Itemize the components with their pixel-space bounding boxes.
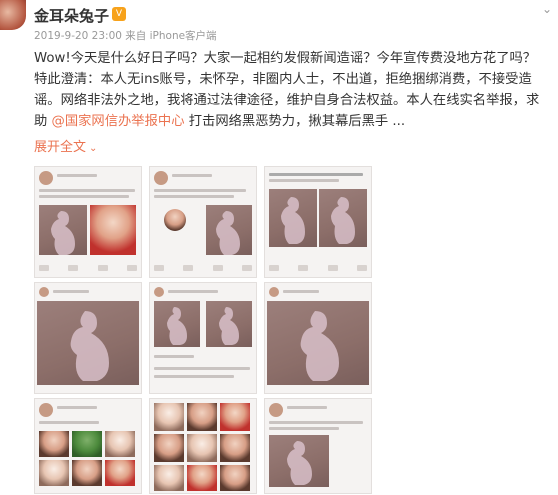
image-thumbnail-3[interactable] [264, 166, 372, 278]
image-thumbnail-2[interactable] [149, 166, 257, 278]
image-thumbnail-1[interactable] [34, 166, 142, 278]
chevron-down-icon: ⌄ [89, 143, 98, 154]
post-text: Wow!今天是什么好日子吗？大家一起相约发假新闻造谣？今年宣传费没地方花了吗？特… [34, 51, 540, 129]
image-thumbnail-5[interactable] [149, 282, 257, 394]
image-thumbnail-8[interactable] [149, 398, 257, 494]
post-meta: 2019-9-20 23:00 来自 iPhone客户端 [34, 30, 217, 42]
chevron-down-icon[interactable]: ⌄ [542, 2, 552, 16]
image-thumbnail-4[interactable] [34, 282, 142, 394]
author-avatar[interactable] [0, 0, 26, 30]
image-thumbnail-6[interactable] [264, 282, 372, 394]
vip-badge-icon: V [112, 7, 126, 21]
expand-full-text-link[interactable]: 展开全文 ⌄ [34, 136, 97, 155]
author-name[interactable]: 金耳朵兔子 [34, 5, 109, 26]
mention-link[interactable]: @国家网信办举报中心 [52, 114, 185, 129]
image-thumbnail-7[interactable] [34, 398, 142, 494]
image-thumbnail-9[interactable] [264, 398, 372, 494]
